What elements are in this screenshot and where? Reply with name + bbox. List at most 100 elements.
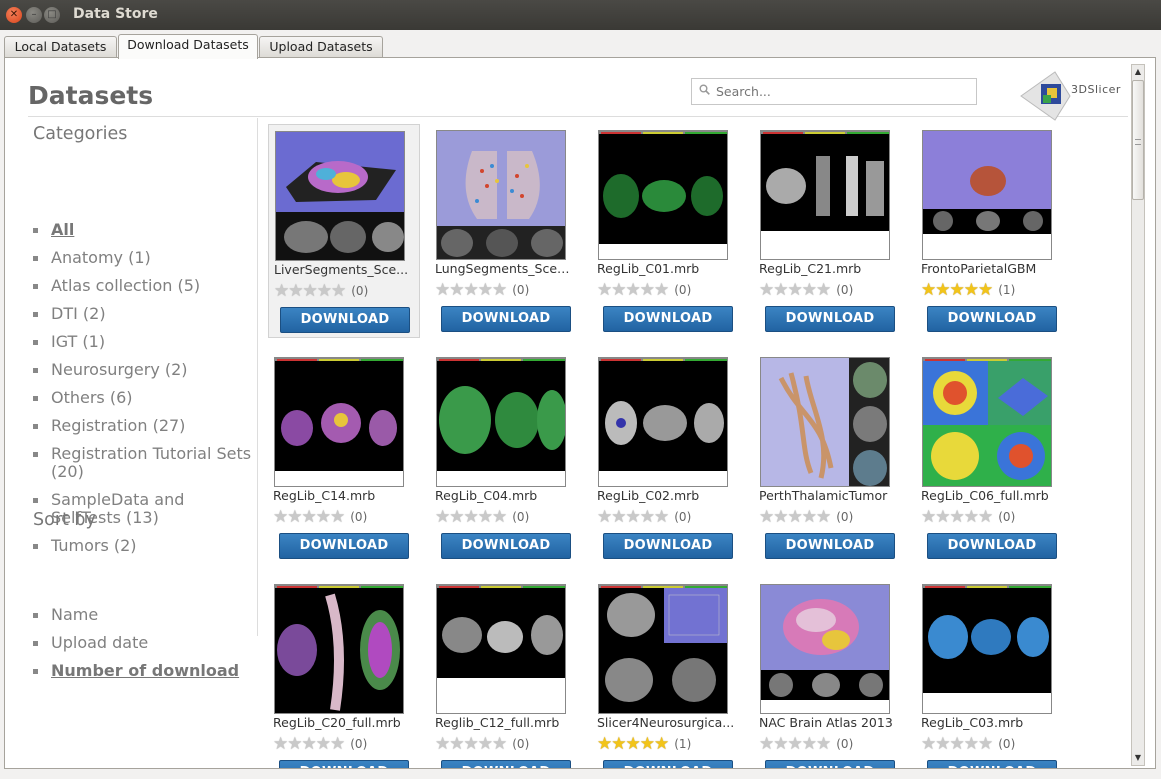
star-icon[interactable]: ★: [921, 736, 936, 753]
rating[interactable]: ★ ★ ★ ★ ★ (0): [921, 509, 1015, 526]
star-icon[interactable]: ★: [978, 736, 993, 753]
star-icon[interactable]: ★: [626, 509, 641, 526]
dataset-card[interactable]: FrontoParietalGBM ★ ★ ★ ★ ★ (1) DOWNLOAD: [916, 124, 1068, 338]
vertical-scrollbar[interactable]: ▲ ▼: [1131, 64, 1145, 766]
star-icon[interactable]: ★: [978, 509, 993, 526]
star-icon[interactable]: ★: [921, 282, 936, 299]
star-icon[interactable]: ★: [317, 283, 332, 300]
star-icon[interactable]: ★: [464, 282, 479, 299]
star-icon[interactable]: ★: [597, 282, 612, 299]
dataset-card[interactable]: LiverSegments_Sce... ★ ★ ★ ★ ★ (0) DOWNLOAD: [268, 124, 420, 338]
dataset-card[interactable]: RegLib_C21.mrb ★ ★ ★ ★ ★ (0) DOWNLOAD: [754, 124, 906, 338]
download-button[interactable]: DOWNLOAD: [603, 306, 733, 332]
dataset-card[interactable]: RegLib_C01.mrb ★ ★ ★ ★ ★ (0) DOWNLOAD: [592, 124, 744, 338]
star-icon[interactable]: ★: [449, 736, 464, 753]
dataset-card[interactable]: LungSegments_Scen... ★ ★ ★ ★ ★ (0) DOWNLOAD: [430, 124, 582, 338]
dataset-card[interactable]: PerthThalamicTumor ★ ★ ★ ★ ★ (0) DOWNLOAD: [754, 351, 906, 565]
download-button[interactable]: DOWNLOAD: [279, 760, 409, 768]
rating[interactable]: ★ ★ ★ ★ ★ (0): [921, 736, 1015, 753]
star-icon[interactable]: ★: [759, 509, 774, 526]
star-icon[interactable]: ★: [950, 509, 965, 526]
download-button[interactable]: DOWNLOAD: [603, 533, 733, 559]
download-button[interactable]: DOWNLOAD: [441, 533, 571, 559]
star-icon[interactable]: ★: [640, 736, 655, 753]
star-icon[interactable]: ★: [611, 282, 626, 299]
star-icon[interactable]: ★: [464, 736, 479, 753]
dataset-card[interactable]: Slicer4Neurosurgica...★★★★★(1)DOWNLOAD: [592, 578, 744, 768]
dataset-card[interactable]: RegLib_C20_full.mrb★★★★★(0)DOWNLOAD: [268, 578, 420, 768]
star-icon[interactable]: ★: [759, 282, 774, 299]
dataset-card[interactable]: RegLib_C04.mrb ★ ★ ★ ★ ★ (0) DOWNLOAD: [430, 351, 582, 565]
star-icon[interactable]: ★: [935, 509, 950, 526]
star-icon[interactable]: ★: [759, 736, 774, 753]
dataset-thumbnail[interactable]: [922, 584, 1052, 714]
star-icon[interactable]: ★: [597, 509, 612, 526]
dataset-thumbnail[interactable]: [436, 130, 566, 260]
dataset-card[interactable]: Reglib_C12_full.mrb★★★★★(0)DOWNLOAD: [430, 578, 582, 768]
scroll-down-arrow-icon[interactable]: ▼: [1132, 751, 1144, 765]
tab-local-datasets[interactable]: Local Datasets: [4, 36, 117, 58]
star-icon[interactable]: ★: [802, 509, 817, 526]
dataset-thumbnail[interactable]: [274, 357, 404, 487]
star-icon[interactable]: ★: [626, 736, 641, 753]
download-button[interactable]: DOWNLOAD: [441, 760, 571, 768]
star-icon[interactable]: ★: [435, 736, 450, 753]
category-item[interactable]: DTI (2): [33, 305, 258, 323]
dataset-thumbnail[interactable]: [598, 584, 728, 714]
star-icon[interactable]: ★: [287, 736, 302, 753]
star-icon[interactable]: ★: [273, 736, 288, 753]
star-icon[interactable]: ★: [316, 736, 331, 753]
star-icon[interactable]: ★: [773, 509, 788, 526]
rating[interactable]: ★ ★ ★ ★ ★ (0): [274, 283, 368, 300]
star-icon[interactable]: ★: [788, 282, 803, 299]
download-button[interactable]: DOWNLOAD: [927, 760, 1057, 768]
download-button[interactable]: DOWNLOAD: [765, 306, 895, 332]
dataset-thumbnail[interactable]: [436, 357, 566, 487]
download-button[interactable]: DOWNLOAD: [441, 306, 571, 332]
dataset-thumbnail[interactable]: [598, 357, 728, 487]
star-icon[interactable]: ★: [464, 509, 479, 526]
star-icon[interactable]: ★: [640, 509, 655, 526]
dataset-thumbnail[interactable]: [275, 131, 405, 261]
category-item[interactable]: All: [33, 221, 258, 239]
star-icon[interactable]: ★: [611, 736, 626, 753]
category-item[interactable]: Anatomy (1): [33, 249, 258, 267]
download-button[interactable]: DOWNLOAD: [280, 307, 410, 333]
dataset-card[interactable]: RegLib_C03.mrb★★★★★(0)DOWNLOAD: [916, 578, 1068, 768]
dataset-card[interactable]: RegLib_C02.mrb ★ ★ ★ ★ ★ (0) DOWNLOAD: [592, 351, 744, 565]
rating[interactable]: ★ ★ ★ ★ ★ (0): [435, 736, 529, 753]
star-icon[interactable]: ★: [287, 509, 302, 526]
star-icon[interactable]: ★: [788, 736, 803, 753]
rating[interactable]: ★ ★ ★ ★ ★ (0): [435, 509, 529, 526]
sort-option[interactable]: Upload date: [33, 634, 258, 652]
download-button[interactable]: DOWNLOAD: [927, 306, 1057, 332]
star-icon[interactable]: ★: [802, 736, 817, 753]
category-item[interactable]: Others (6): [33, 389, 258, 407]
maximize-icon[interactable]: □: [44, 7, 60, 23]
star-icon[interactable]: ★: [935, 736, 950, 753]
star-icon[interactable]: ★: [654, 736, 669, 753]
star-icon[interactable]: ★: [597, 736, 612, 753]
category-item[interactable]: Tumors (2): [33, 537, 258, 555]
download-button[interactable]: DOWNLOAD: [279, 533, 409, 559]
star-icon[interactable]: ★: [950, 282, 965, 299]
dataset-card[interactable]: NAC Brain Atlas 2013★★★★★(0)DOWNLOAD: [754, 578, 906, 768]
rating[interactable]: ★ ★ ★ ★ ★ (0): [273, 736, 367, 753]
tab-download-datasets[interactable]: Download Datasets: [118, 34, 258, 59]
star-icon[interactable]: ★: [773, 736, 788, 753]
category-item[interactable]: Registration Tutorial Sets (20): [33, 445, 258, 481]
star-icon[interactable]: ★: [978, 282, 993, 299]
star-icon[interactable]: ★: [492, 282, 507, 299]
dataset-card[interactable]: RegLib_C06_full.mrb ★ ★ ★ ★ ★ (0) DOWNLOAD: [916, 351, 1068, 565]
download-button[interactable]: DOWNLOAD: [603, 760, 733, 768]
star-icon[interactable]: ★: [273, 509, 288, 526]
dataset-thumbnail[interactable]: [922, 130, 1052, 260]
star-icon[interactable]: ★: [935, 282, 950, 299]
scrollbar-thumb[interactable]: [1132, 80, 1144, 200]
category-item[interactable]: Atlas collection (5): [33, 277, 258, 295]
search-input[interactable]: [716, 79, 971, 104]
minimize-icon[interactable]: –: [26, 7, 42, 23]
sort-option[interactable]: Name: [33, 606, 258, 624]
star-icon[interactable]: ★: [816, 282, 831, 299]
star-icon[interactable]: ★: [964, 736, 979, 753]
